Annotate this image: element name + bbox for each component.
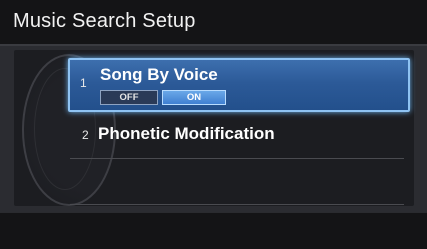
list-divider <box>70 158 404 159</box>
toggle-off-button[interactable]: OFF <box>100 90 158 105</box>
menu-list: 1 Song By Voice OFF ON 2 Phonetic Modifi… <box>68 58 410 208</box>
music-search-setup-screen: Music Search Setup 1 Song By Voice OFF O… <box>0 0 427 249</box>
title-bar: Music Search Setup <box>0 0 427 46</box>
item-label-phonetic-modification: Phonetic Modification <box>98 124 275 143</box>
item-label-song-by-voice: Song By Voice <box>100 65 218 84</box>
page-title: Music Search Setup <box>13 10 196 32</box>
menu-item-song-by-voice[interactable]: 1 Song By Voice OFF ON <box>68 58 410 112</box>
toggle-on-button[interactable]: ON <box>162 90 226 105</box>
list-divider <box>70 204 404 205</box>
menu-item-phonetic-modification[interactable]: 2 Phonetic Modification <box>68 114 406 154</box>
bottom-bar <box>0 212 427 249</box>
item-number: 2 <box>82 128 89 142</box>
item-number: 1 <box>80 76 87 90</box>
